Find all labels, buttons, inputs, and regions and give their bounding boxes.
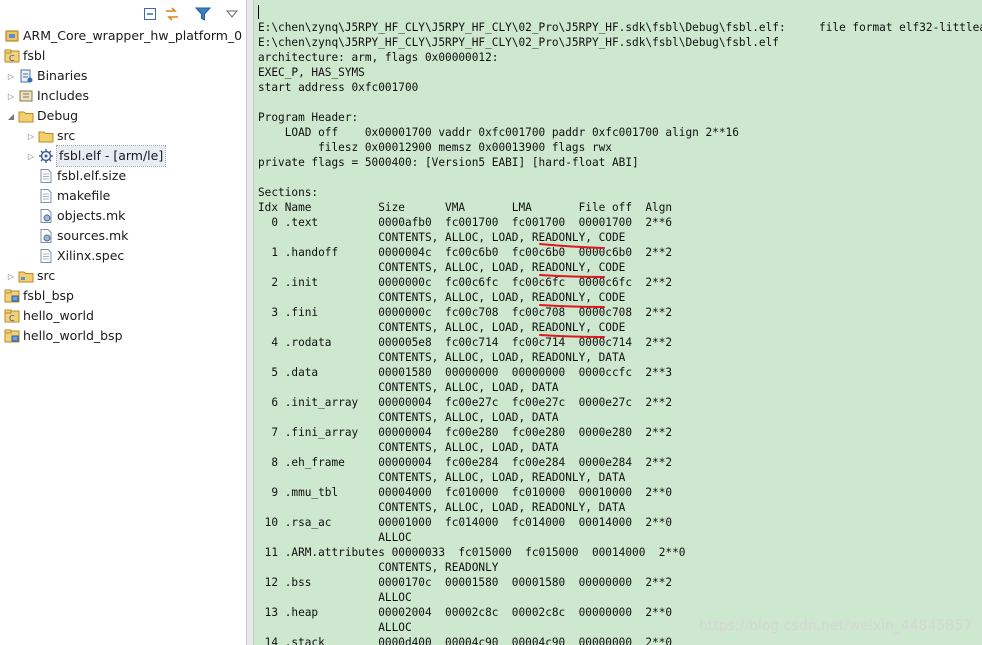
- tree-item[interactable]: fsbl_bsp: [4, 286, 74, 306]
- tree-item[interactable]: ▷ src: [26, 126, 75, 146]
- src-folder-icon: [18, 268, 34, 284]
- svg-text:C: C: [9, 314, 15, 323]
- explorer-toolbar: [0, 0, 246, 26]
- tree-item-label: hello_world_bsp: [23, 328, 123, 343]
- tree-item[interactable]: ▷ Binaries: [6, 66, 88, 86]
- file-icon: [38, 248, 54, 264]
- c-project-icon: C: [4, 48, 20, 64]
- tree-item-label: fsbl.elf - [arm/le]: [55, 145, 167, 167]
- folder-icon: [38, 128, 54, 144]
- tree-item[interactable]: ▷ fsbl.elf - [arm/le]: [26, 145, 167, 167]
- tree-item[interactable]: fsbl.elf.size: [26, 166, 126, 186]
- tree-item-label: fsbl_bsp: [23, 288, 74, 303]
- bsp-project-icon: [4, 288, 20, 304]
- filter-icon[interactable]: [195, 6, 211, 22]
- tree-item-label: src: [37, 268, 56, 283]
- tree-item[interactable]: Chello_world: [4, 306, 94, 326]
- tree-item-label: ARM_Core_wrapper_hw_platform_0: [23, 28, 243, 43]
- tree-item[interactable]: ARM_Core_wrapper_hw_platform_0: [4, 26, 242, 46]
- tree-item[interactable]: Xilinx.spec: [26, 246, 124, 266]
- tree-item-label: src: [57, 128, 76, 143]
- svg-text:C: C: [9, 54, 15, 63]
- tree-item[interactable]: ◢ Debug: [6, 106, 78, 126]
- tree-item[interactable]: objects.mk: [26, 206, 125, 226]
- collapse-all-icon[interactable]: [142, 6, 158, 22]
- link-with-editor-icon[interactable]: [164, 6, 180, 22]
- tree-item-label: objects.mk: [57, 208, 126, 223]
- tree-item[interactable]: makefile: [26, 186, 110, 206]
- objdump-output-text: E:\chen\zynq\J5RPY_HF_CLY\J5RPY_HF_CLY\0…: [258, 21, 982, 645]
- elf-binary-icon: [38, 148, 54, 164]
- expand-arrow-icon[interactable]: ▷: [26, 126, 36, 146]
- tree-item-label: Debug: [37, 108, 79, 123]
- c-project-icon: C: [4, 308, 20, 324]
- watermark: https://blog.csdn.net/weixin_44845857: [698, 618, 972, 634]
- includes-icon: [18, 88, 34, 104]
- file-icon: [38, 188, 54, 204]
- tree-item[interactable]: sources.mk: [26, 226, 128, 246]
- expand-arrow-icon[interactable]: ▷: [26, 146, 36, 166]
- tree-item[interactable]: ▷ Includes: [6, 86, 89, 106]
- expand-arrow-icon[interactable]: ▷: [6, 266, 16, 286]
- tree-item[interactable]: ▷ src: [6, 266, 55, 286]
- tree-item-label: fsbl.elf.size: [57, 168, 127, 183]
- tree-item-label: fsbl: [23, 48, 46, 63]
- tree-item-label: sources.mk: [57, 228, 129, 243]
- makefile-icon: [38, 208, 54, 224]
- view-menu-icon[interactable]: [224, 6, 240, 22]
- expand-arrow-icon[interactable]: ▷: [6, 86, 16, 106]
- tree-item[interactable]: hello_world_bsp: [4, 326, 123, 346]
- objdump-output-pane: E:\chen\zynq\J5RPY_HF_CLY\J5RPY_HF_CLY\0…: [254, 0, 982, 645]
- project-explorer: ARM_Core_wrapper_hw_platform_0 Cfsbl ▷ Bina…: [0, 0, 246, 645]
- collapse-arrow-icon[interactable]: ◢: [6, 106, 16, 126]
- tree-item-label: Xilinx.spec: [57, 248, 125, 263]
- tree-item-label: makefile: [57, 188, 111, 203]
- tree-item[interactable]: Cfsbl: [4, 46, 45, 66]
- makefile-icon: [38, 228, 54, 244]
- expand-arrow-icon[interactable]: ▷: [6, 66, 16, 86]
- tree-item-label: hello_world: [23, 308, 94, 323]
- pane-splitter[interactable]: [246, 0, 254, 645]
- bsp-project-icon: [4, 328, 20, 344]
- hw-platform-icon: [4, 28, 20, 44]
- folder-icon: [18, 108, 34, 124]
- binaries-icon: [18, 68, 34, 84]
- tree-item-label: Binaries: [37, 68, 88, 83]
- tree-item-label: Includes: [37, 88, 90, 103]
- file-icon: [38, 168, 54, 184]
